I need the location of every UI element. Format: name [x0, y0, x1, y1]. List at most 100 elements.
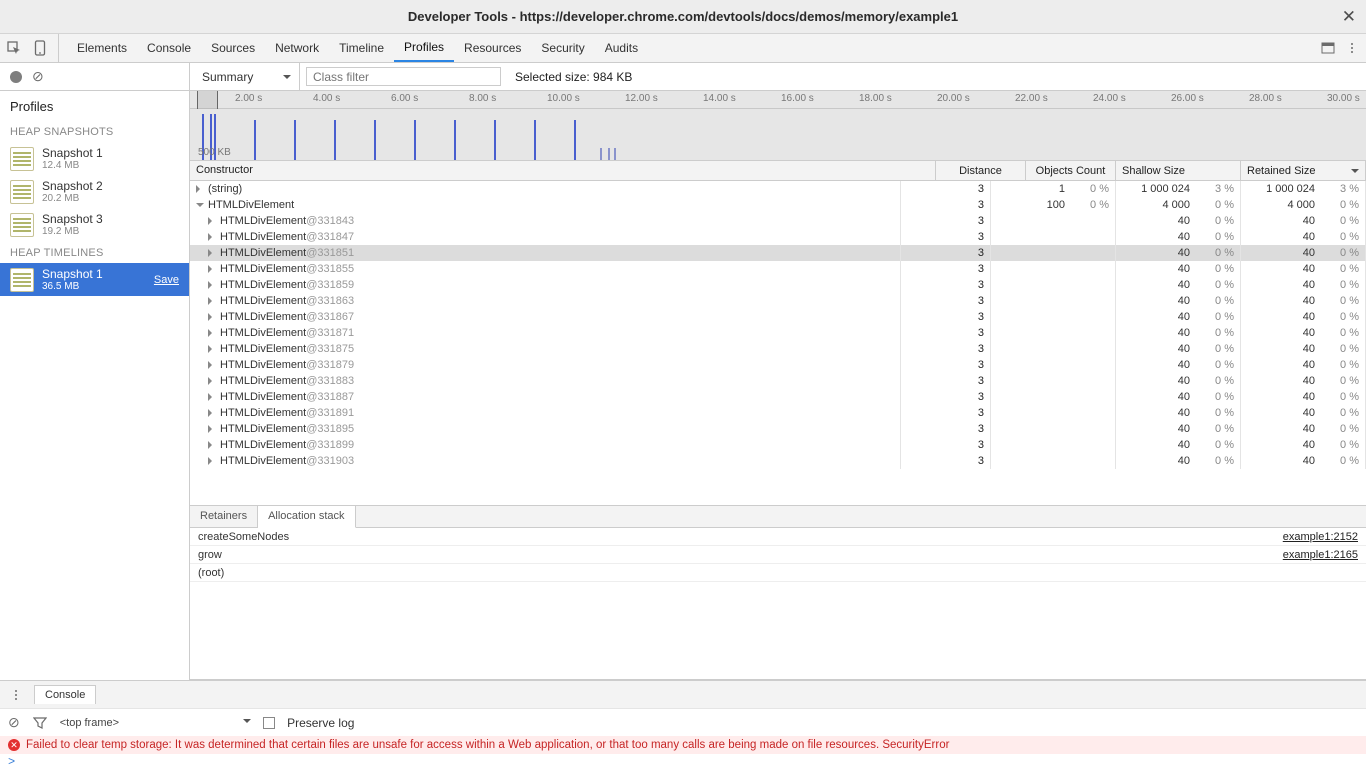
- object-row[interactable]: HTMLDivElement @3318753400 %400 %: [190, 341, 1366, 357]
- disclosure-icon[interactable]: [208, 281, 216, 289]
- disclosure-icon[interactable]: [208, 265, 216, 273]
- object-row[interactable]: HTMLDivElement @3318713400 %400 %: [190, 325, 1366, 341]
- object-row[interactable]: (string)310 %1 000 0243 %1 000 0243 %: [190, 181, 1366, 197]
- stack-row[interactable]: createSomeNodesexample1:2152: [190, 528, 1366, 546]
- selected-size-label: Selected size: 984 KB: [515, 70, 632, 84]
- close-icon[interactable]: ✕: [1342, 7, 1356, 27]
- tab-retainers[interactable]: Retainers: [190, 506, 258, 527]
- col-distance[interactable]: Distance: [936, 161, 1026, 180]
- class-filter-input[interactable]: [306, 67, 501, 86]
- stack-row[interactable]: (root): [190, 564, 1366, 582]
- heap-snapshots-section: HEAP SNAPSHOTS: [0, 120, 189, 142]
- tab-elements[interactable]: Elements: [67, 34, 137, 62]
- disclosure-icon[interactable]: [208, 249, 216, 257]
- stack-row[interactable]: grow example1:2165: [190, 546, 1366, 564]
- preserve-log-label: Preserve log: [287, 716, 354, 730]
- tab-timeline[interactable]: Timeline: [329, 34, 394, 62]
- allocation-bar: [254, 120, 256, 160]
- disclosure-icon[interactable]: [208, 329, 216, 337]
- console-clear-icon[interactable]: [8, 714, 20, 731]
- disclosure-icon[interactable]: [208, 377, 216, 385]
- allocation-timeline[interactable]: 2.00 s4.00 s6.00 s8.00 s10.00 s12.00 s14…: [190, 91, 1366, 161]
- disclosure-icon[interactable]: [208, 393, 216, 401]
- stack-location[interactable]: example1:2165: [1283, 549, 1358, 561]
- col-objects[interactable]: Objects Count: [1026, 161, 1116, 180]
- save-link[interactable]: Save: [154, 274, 179, 286]
- snapshot-icon: [10, 268, 34, 292]
- disclosure-icon[interactable]: [196, 185, 204, 193]
- profiles-sidebar: Profiles HEAP SNAPSHOTS Snapshot 112.4 M…: [0, 91, 190, 680]
- snapshot-item[interactable]: Snapshot 319.2 MB: [0, 208, 189, 241]
- console-prompt[interactable]: >: [0, 754, 1366, 768]
- drawer-tab-console[interactable]: Console: [34, 685, 96, 704]
- object-row[interactable]: HTMLDivElement @3318553400 %400 %: [190, 261, 1366, 277]
- object-row[interactable]: HTMLDivElement31000 %4 0000 %4 0000 %: [190, 197, 1366, 213]
- object-row[interactable]: HTMLDivElement @3318473400 %400 %: [190, 229, 1366, 245]
- object-row[interactable]: HTMLDivElement @3318953400 %400 %: [190, 421, 1366, 437]
- tab-allocation-stack[interactable]: Allocation stack: [258, 506, 355, 528]
- ruler-tick: 2.00 s: [235, 93, 262, 104]
- objects-grid: Constructor Distance Objects Count Shall…: [190, 161, 1366, 506]
- col-shallow[interactable]: Shallow Size: [1116, 161, 1241, 180]
- col-retained[interactable]: Retained Size: [1241, 161, 1366, 180]
- ruler-tick: 28.00 s: [1249, 93, 1282, 104]
- record-icon[interactable]: [10, 71, 22, 83]
- snapshot-icon: [10, 180, 34, 204]
- object-row[interactable]: HTMLDivElement @3318873400 %400 %: [190, 389, 1366, 405]
- disclosure-icon[interactable]: [208, 425, 216, 433]
- clear-icon[interactable]: [32, 68, 44, 85]
- selection-region[interactable]: [197, 91, 218, 109]
- object-row[interactable]: HTMLDivElement @3318433400 %400 %: [190, 213, 1366, 229]
- snapshot-item[interactable]: Snapshot 220.2 MB: [0, 175, 189, 208]
- filter-icon[interactable]: [32, 715, 48, 731]
- disclosure-icon[interactable]: [208, 361, 216, 369]
- object-row[interactable]: HTMLDivElement @3318913400 %400 %: [190, 405, 1366, 421]
- object-row[interactable]: HTMLDivElement @3318993400 %400 %: [190, 437, 1366, 453]
- preserve-log-checkbox[interactable]: [263, 717, 275, 729]
- object-row[interactable]: HTMLDivElement @3318633400 %400 %: [190, 293, 1366, 309]
- snapshot-name: Snapshot 2: [42, 179, 103, 193]
- stack-fn: grow: [198, 549, 222, 561]
- disclosure-icon[interactable]: [208, 313, 216, 321]
- disclosure-icon[interactable]: [196, 203, 204, 211]
- disclosure-icon[interactable]: [208, 233, 216, 241]
- tab-security[interactable]: Security: [531, 34, 594, 62]
- stack-fn: (root): [198, 567, 224, 579]
- disclosure-icon[interactable]: [208, 345, 216, 353]
- drawer-kebab-icon[interactable]: [8, 690, 24, 700]
- device-icon[interactable]: [32, 40, 48, 56]
- disclosure-icon[interactable]: [208, 457, 216, 465]
- tab-network[interactable]: Network: [265, 34, 329, 62]
- inspect-icon[interactable]: [6, 40, 22, 56]
- object-row[interactable]: HTMLDivElement @3318513400 %400 %: [190, 245, 1366, 261]
- col-constructor[interactable]: Constructor: [190, 161, 936, 180]
- tab-resources[interactable]: Resources: [454, 34, 531, 62]
- snapshot-item[interactable]: Snapshot 136.5 MBSave: [0, 263, 189, 296]
- disclosure-icon[interactable]: [208, 441, 216, 449]
- allocation-bar: [608, 148, 610, 160]
- object-row[interactable]: HTMLDivElement @3319033400 %400 %: [190, 453, 1366, 469]
- disclosure-icon[interactable]: [208, 217, 216, 225]
- disclosure-icon[interactable]: [208, 409, 216, 417]
- frame-select[interactable]: <top frame>: [60, 717, 251, 729]
- snapshot-item[interactable]: Snapshot 112.4 MB: [0, 142, 189, 175]
- view-select[interactable]: Summary: [190, 63, 300, 90]
- tab-sources[interactable]: Sources: [201, 34, 265, 62]
- tab-console[interactable]: Console: [137, 34, 201, 62]
- sort-desc-icon: [1351, 169, 1359, 177]
- tab-profiles[interactable]: Profiles: [394, 34, 454, 62]
- tab-audits[interactable]: Audits: [595, 34, 648, 62]
- object-row[interactable]: HTMLDivElement @3318673400 %400 %: [190, 309, 1366, 325]
- allocation-bar: [454, 120, 456, 160]
- console-error-line[interactable]: ✕ Failed to clear temp storage: It was d…: [0, 736, 1366, 754]
- snapshot-icon: [10, 147, 34, 171]
- stack-location[interactable]: example1:2152: [1283, 531, 1358, 543]
- kebab-icon[interactable]: [1344, 43, 1360, 53]
- object-row[interactable]: HTMLDivElement @3318833400 %400 %: [190, 373, 1366, 389]
- ruler-tick: 8.00 s: [469, 93, 496, 104]
- object-row[interactable]: HTMLDivElement @3318793400 %400 %: [190, 357, 1366, 373]
- kb-label: 500 KB: [198, 147, 231, 158]
- object-row[interactable]: HTMLDivElement @3318593400 %400 %: [190, 277, 1366, 293]
- disclosure-icon[interactable]: [208, 297, 216, 305]
- dock-icon[interactable]: [1320, 40, 1336, 56]
